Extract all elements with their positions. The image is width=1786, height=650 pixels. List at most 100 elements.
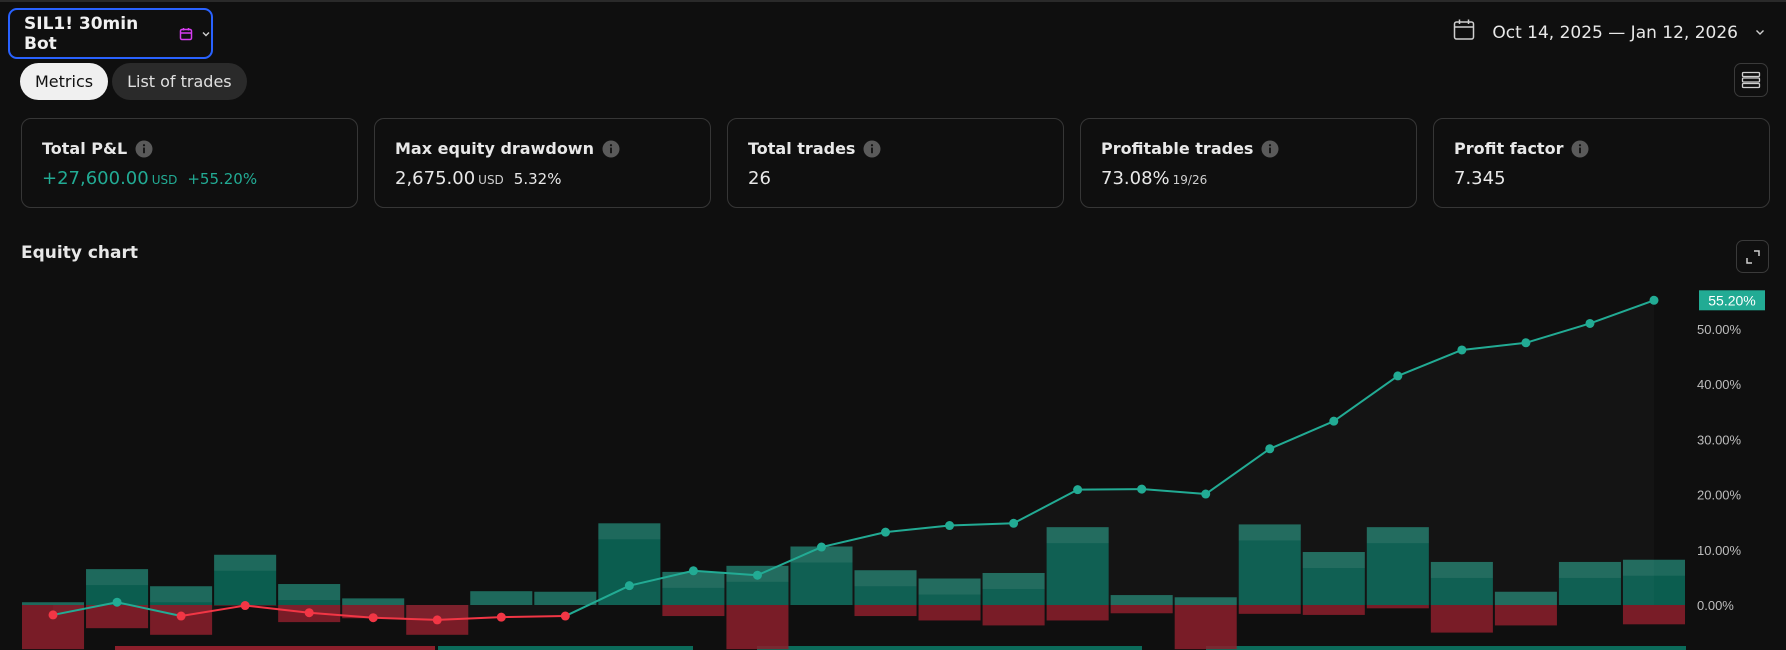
run-up-bar-cap bbox=[342, 598, 405, 605]
equity-point bbox=[688, 566, 698, 576]
metric-unit: USD bbox=[478, 173, 504, 187]
drawdown-bar bbox=[1494, 605, 1557, 626]
equity-point bbox=[240, 601, 250, 611]
metric-card-total-trades: Total trades 26 bbox=[727, 118, 1064, 208]
equity-point bbox=[752, 570, 762, 580]
equity-point bbox=[432, 615, 442, 625]
run-up-bar-cap bbox=[150, 586, 213, 603]
metric-title: Total P&L bbox=[42, 139, 128, 158]
metric-card-max-drawdown: Max equity drawdown 2,675.00 USD 5.32% bbox=[374, 118, 711, 208]
info-icon[interactable] bbox=[1571, 140, 1589, 158]
drawdown-bar bbox=[1238, 605, 1301, 614]
equity-point bbox=[945, 521, 955, 531]
run-up-bar-cap bbox=[470, 591, 533, 605]
equity-chart-title: Equity chart bbox=[21, 243, 138, 263]
strip-segment bbox=[115, 646, 435, 650]
drawdown-bar bbox=[1430, 605, 1493, 633]
drawdown-bar bbox=[86, 605, 149, 629]
chevron-down-icon bbox=[201, 29, 211, 39]
metric-percent: 5.32% bbox=[513, 170, 562, 188]
last-value-label: 55.20% bbox=[1708, 292, 1755, 308]
metric-title: Profit factor bbox=[1454, 139, 1564, 158]
chevron-down-icon bbox=[1754, 23, 1766, 43]
metric-unit: USD bbox=[151, 173, 178, 187]
strip-segment bbox=[1206, 646, 1686, 650]
metric-value: 26 bbox=[748, 168, 771, 189]
equity-point bbox=[816, 542, 826, 552]
equity-point bbox=[1585, 318, 1595, 328]
equity-point bbox=[304, 608, 314, 618]
drawdown-bar bbox=[1046, 605, 1109, 621]
run-up-bar-cap bbox=[278, 584, 341, 601]
metric-percent: +55.20% bbox=[187, 170, 258, 188]
equity-point bbox=[881, 527, 891, 537]
date-range-picker[interactable]: Oct 14, 2025 — Jan 12, 2026 bbox=[1452, 18, 1766, 47]
metric-title: Max equity drawdown bbox=[395, 139, 594, 158]
equity-point bbox=[1521, 338, 1531, 348]
metric-card-profitable-trades: Profitable trades 73.08% 19/26 bbox=[1080, 118, 1417, 208]
equity-point bbox=[368, 613, 378, 623]
metrics-cards: Total P&L +27,600.00 USD +55.20% Max equit… bbox=[21, 118, 1770, 208]
equity-point bbox=[48, 610, 58, 620]
metric-title: Total trades bbox=[748, 139, 856, 158]
layout-list-icon[interactable] bbox=[1734, 63, 1768, 97]
equity-point bbox=[1649, 295, 1659, 305]
equity-point bbox=[1009, 518, 1019, 528]
drawdown-bar bbox=[662, 605, 725, 617]
equity-point bbox=[1073, 485, 1083, 495]
top-divider bbox=[0, 0, 1786, 2]
metric-card-profit-factor: Profit factor 7.345 bbox=[1433, 118, 1770, 208]
metric-value: +27,600.00 bbox=[42, 168, 149, 189]
y-tick-label: 40.00% bbox=[1697, 377, 1742, 392]
equity-chart: 0.00% 10.00% 20.00% 30.00% 40.00% 50.00% 55.20… bbox=[22, 290, 1765, 650]
equity-line-segment bbox=[501, 615, 566, 619]
strategy-label: SIL1! 30min Bot bbox=[24, 13, 139, 54]
equity-line-segment bbox=[1077, 488, 1142, 491]
drawdown-bar bbox=[1622, 605, 1685, 625]
strip-segment bbox=[438, 646, 693, 650]
y-tick-label: 10.00% bbox=[1697, 543, 1742, 558]
metric-value: 2,675.00 bbox=[395, 168, 476, 189]
tab-metrics[interactable]: Metrics bbox=[20, 63, 109, 100]
run-up-bar-cap bbox=[86, 569, 149, 586]
info-icon[interactable] bbox=[1261, 140, 1279, 158]
equity-area bbox=[53, 300, 1654, 620]
equity-point bbox=[1265, 444, 1275, 454]
metric-card-total-pnl: Total P&L +27,600.00 USD +55.20% bbox=[21, 118, 358, 208]
drawdown-bar bbox=[726, 605, 789, 650]
equity-point bbox=[1201, 489, 1211, 499]
y-tick-label: 50.00% bbox=[1697, 322, 1742, 337]
expand-icon[interactable] bbox=[1736, 240, 1769, 273]
drawdown-bar bbox=[982, 605, 1045, 626]
drawdown-bar bbox=[1174, 605, 1237, 650]
run-up-bar-cap bbox=[598, 523, 661, 540]
metric-value: 7.345 bbox=[1454, 168, 1506, 189]
equity-point bbox=[1457, 345, 1467, 355]
drawdown-bar bbox=[918, 605, 981, 621]
metric-title: Profitable trades bbox=[1101, 139, 1254, 158]
calendar-icon bbox=[179, 27, 193, 41]
run-up-bar-cap bbox=[534, 591, 597, 605]
info-icon[interactable] bbox=[135, 140, 153, 158]
equity-point bbox=[112, 597, 122, 607]
equity-point bbox=[496, 612, 506, 622]
equity-point bbox=[1393, 371, 1403, 381]
equity-point bbox=[560, 611, 570, 621]
tab-list-of-trades[interactable]: List of trades bbox=[112, 63, 247, 100]
view-tabs: Metrics List of trades bbox=[20, 63, 247, 100]
y-tick-label: 20.00% bbox=[1697, 488, 1742, 503]
drawdown-bar bbox=[1110, 605, 1173, 614]
info-icon[interactable] bbox=[863, 140, 881, 158]
y-tick-label: 0.00% bbox=[1697, 598, 1734, 613]
metric-ratio: 19/26 bbox=[1172, 173, 1208, 187]
equity-point bbox=[1329, 416, 1339, 426]
drawdown-bar bbox=[1302, 605, 1365, 615]
drawdown-bar bbox=[854, 605, 917, 617]
strip-segment bbox=[757, 646, 1142, 650]
equity-point bbox=[624, 581, 634, 591]
equity-point bbox=[1137, 484, 1147, 494]
date-range-label: Oct 14, 2025 — Jan 12, 2026 bbox=[1492, 22, 1738, 43]
strategy-selector-button[interactable]: SIL1! 30min Bot bbox=[8, 8, 213, 59]
equity-point bbox=[176, 611, 186, 621]
info-icon[interactable] bbox=[602, 140, 620, 158]
